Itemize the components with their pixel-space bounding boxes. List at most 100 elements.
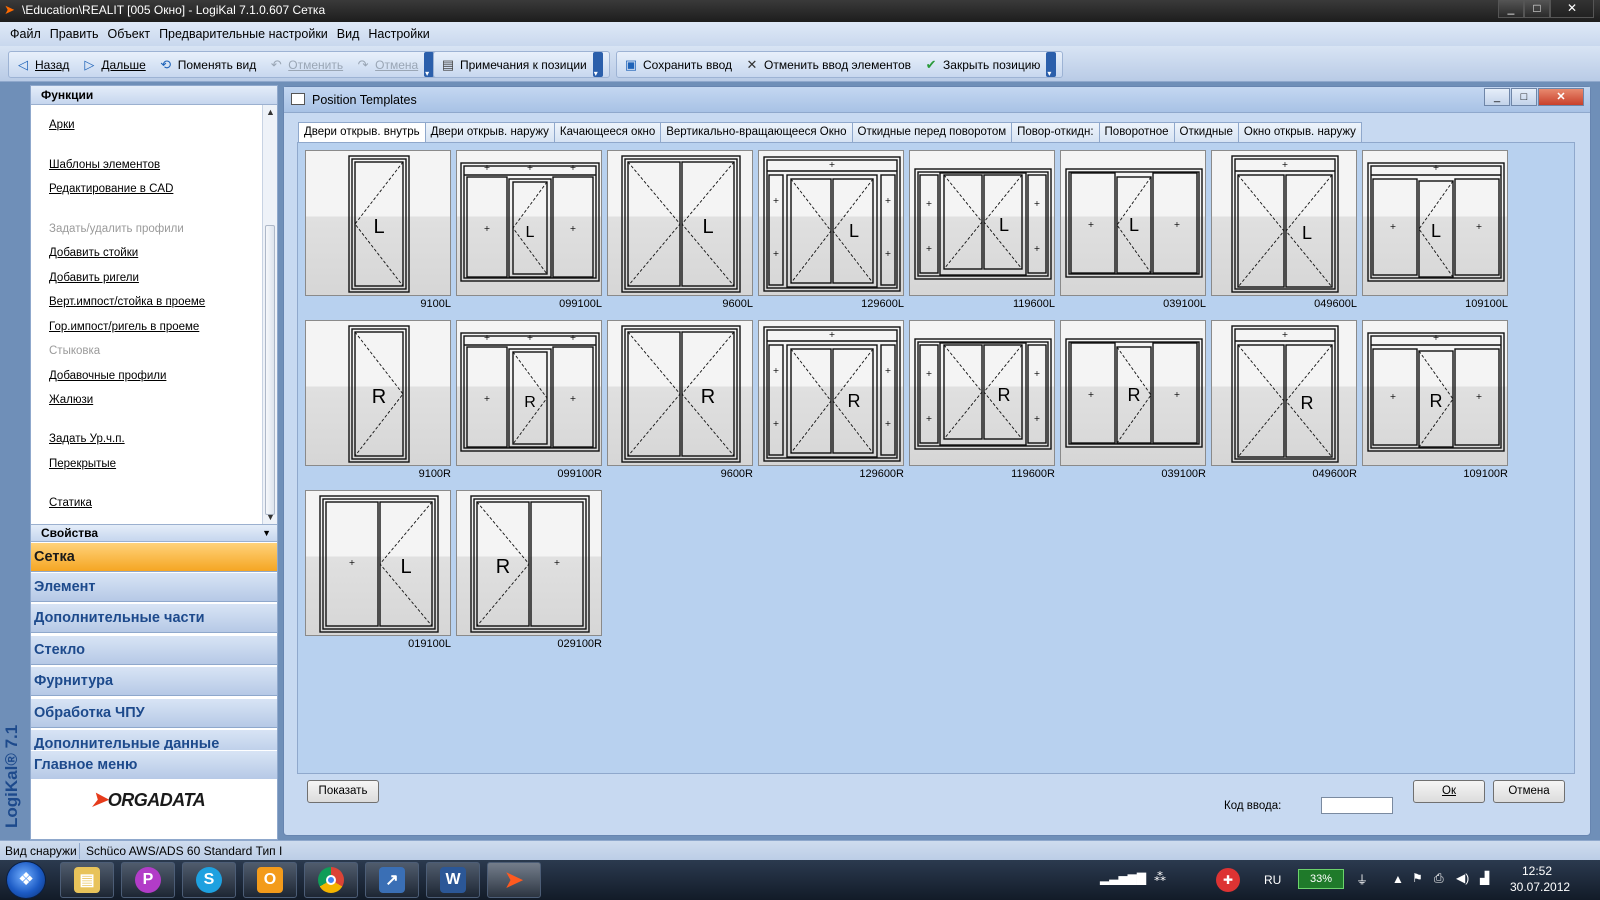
minimize-button[interactable]: _	[1498, 0, 1524, 18]
tab-tilt-turn[interactable]: Повор-откидн:	[1011, 122, 1100, 142]
show-hidden-icons-icon[interactable]: ▲	[1392, 872, 1404, 886]
template-tile[interactable]: R + + + +	[909, 320, 1055, 466]
scroll-up-icon[interactable]: ▲	[266, 107, 275, 117]
function-add-transoms[interactable]: Добавить ригели	[49, 272, 139, 284]
template-tile[interactable]: R + + + + +	[456, 320, 602, 466]
template-tile[interactable]: R	[305, 320, 451, 466]
position-notes-button[interactable]: ▤ Примечания к позиции	[440, 57, 587, 73]
menu-settings[interactable]: Настройки	[368, 27, 429, 41]
template-tile[interactable]: L +	[1211, 150, 1357, 296]
menu-view[interactable]: Вид	[337, 27, 360, 41]
dialog-minimize-button[interactable]: _	[1484, 88, 1510, 106]
device-icon[interactable]: ⎙	[1434, 871, 1444, 886]
nav-main-menu[interactable]: Главное меню	[31, 750, 277, 780]
function-element-templates[interactable]: Шаблоны элементов	[49, 159, 160, 171]
taskbar-logikal[interactable]: ➤	[487, 862, 541, 898]
nav-additional-parts[interactable]: Дополнительные части	[31, 603, 277, 633]
function-horizontal-transom-opening[interactable]: Гор.импост/ригель в проеме	[49, 321, 199, 333]
nav-glass[interactable]: Стекло	[31, 635, 277, 665]
clock-time[interactable]: 12:52	[1522, 864, 1552, 878]
properties-header[interactable]: Свойства ▼	[31, 524, 277, 542]
show-button[interactable]: Показать	[307, 780, 379, 803]
maximize-button[interactable]: □	[1524, 0, 1550, 18]
scroll-down-icon[interactable]: ▼	[266, 512, 275, 522]
language-indicator[interactable]: RU	[1264, 873, 1281, 887]
taskbar-word[interactable]: W	[426, 862, 480, 898]
tab-tilt-before-turn[interactable]: Откидные перед поворотом	[851, 122, 1013, 142]
nav-cnc[interactable]: Обработка ЧПУ	[31, 698, 277, 728]
cancel-elements-button[interactable]: ✕ Отменить ввод элементов	[744, 57, 911, 73]
notification-icon[interactable]: ✚	[1216, 868, 1240, 892]
nav-grid[interactable]: Сетка	[31, 542, 277, 572]
template-tile[interactable]: L	[305, 150, 451, 296]
tab-vertical-pivot[interactable]: Вертикально-вращающееся Окно	[660, 122, 853, 142]
nav-element[interactable]: Элемент	[31, 572, 277, 602]
ok-button[interactable]: Ок	[1413, 780, 1485, 803]
power-plug-icon[interactable]: ⏚	[1356, 871, 1368, 888]
template-tile[interactable]: R + + +	[1362, 320, 1508, 466]
menu-object[interactable]: Объект	[107, 27, 150, 41]
battery-indicator[interactable]: 33%	[1298, 869, 1344, 889]
template-tile[interactable]: L + + + +	[909, 150, 1055, 296]
network-icon[interactable]: ▟	[1480, 871, 1489, 885]
template-tile[interactable]: R + + + + +	[758, 320, 904, 466]
function-overlapped[interactable]: Перекрытые	[49, 458, 116, 470]
close-button[interactable]: ✕	[1550, 0, 1594, 18]
template-tile[interactable]: L	[607, 150, 753, 296]
template-tile[interactable]: L + + + + +	[758, 150, 904, 296]
function-blinds[interactable]: Жалюзи	[49, 394, 93, 406]
function-statics[interactable]: Статика	[49, 497, 92, 509]
taskbar-skype[interactable]: S	[182, 862, 236, 898]
template-tile[interactable]: R	[607, 320, 753, 466]
toolbar-overflow-button[interactable]	[1046, 52, 1057, 78]
nav-hardware[interactable]: Фурнитура	[31, 666, 277, 696]
tab-doors-outward[interactable]: Двери открыв. наружу	[424, 122, 555, 142]
template-tile[interactable]: R + +	[1060, 320, 1206, 466]
change-view-button[interactable]: ⟲ Поменять вид	[158, 57, 256, 73]
taskbar-explorer[interactable]: ▤	[60, 862, 114, 898]
undo-button[interactable]: ↶ Отменить	[268, 57, 343, 73]
function-vertical-mullion-opening[interactable]: Верт.импост/стойка в проеме	[49, 296, 205, 308]
template-tile[interactable]: L + + +	[1362, 150, 1508, 296]
clock-date[interactable]: 30.07.2012	[1510, 880, 1570, 894]
template-tile[interactable]: R +	[1211, 320, 1357, 466]
tab-swing-window[interactable]: Качающееся окно	[553, 122, 662, 142]
flag-icon[interactable]: ⚑	[1412, 871, 1423, 885]
volume-icon[interactable]: ◀)	[1456, 871, 1469, 885]
code-input[interactable]	[1321, 797, 1393, 814]
template-tile[interactable]: L +	[305, 490, 451, 636]
tab-doors-inward[interactable]: Двери открыв. внутрь	[298, 122, 426, 143]
scroll-thumb[interactable]	[265, 225, 275, 515]
start-button[interactable]: ❖	[6, 861, 46, 899]
taskbar-p-app[interactable]: P	[121, 862, 175, 898]
tab-turn[interactable]: Поворотное	[1098, 122, 1175, 142]
antenna-icon[interactable]: ⁂	[1154, 870, 1166, 884]
close-position-button[interactable]: ✔ Закрыть позицию	[923, 57, 1041, 73]
function-arches[interactable]: Арки	[49, 119, 75, 131]
back-button[interactable]: ◁ Назад	[15, 57, 69, 73]
function-additional-profiles[interactable]: Добавочные профили	[49, 370, 166, 382]
menu-edit[interactable]: Править	[50, 27, 99, 41]
template-tile[interactable]: L + +	[1060, 150, 1206, 296]
template-tile[interactable]: L + + + + +	[456, 150, 602, 296]
cancel-button[interactable]: Отмена	[1493, 780, 1565, 803]
function-cad-edit[interactable]: Редактирование в CAD	[49, 183, 173, 195]
menu-file[interactable]: Файл	[10, 27, 41, 41]
dialog-close-button[interactable]: ✕	[1538, 88, 1584, 106]
template-tile[interactable]: R +	[456, 490, 602, 636]
dialog-maximize-button[interactable]: □	[1511, 88, 1537, 106]
functions-scrollbar[interactable]: ▲ ▼	[262, 105, 277, 524]
redo-button[interactable]: ↷ Отмена	[355, 57, 419, 73]
tab-window-outward[interactable]: Окно открыв. наружу	[1237, 122, 1362, 142]
menu-presettings[interactable]: Предварительные настройки	[159, 27, 328, 41]
save-input-button[interactable]: ▣ Сохранить ввод	[623, 57, 732, 73]
forward-button[interactable]: ▷ Дальше	[81, 57, 145, 73]
function-add-mullions[interactable]: Добавить стойки	[49, 247, 138, 259]
signal-bars-icon[interactable]: ▂▃▅▆▇	[1100, 871, 1146, 885]
tab-tilt[interactable]: Откидные	[1173, 122, 1239, 142]
function-set-level[interactable]: Задать Ур.ч.п.	[49, 433, 125, 445]
taskbar-app[interactable]: ↗	[365, 862, 419, 898]
taskbar-chrome[interactable]	[304, 862, 358, 898]
toolbar-overflow-button[interactable]	[592, 52, 603, 78]
taskbar-outlook[interactable]: O	[243, 862, 297, 898]
